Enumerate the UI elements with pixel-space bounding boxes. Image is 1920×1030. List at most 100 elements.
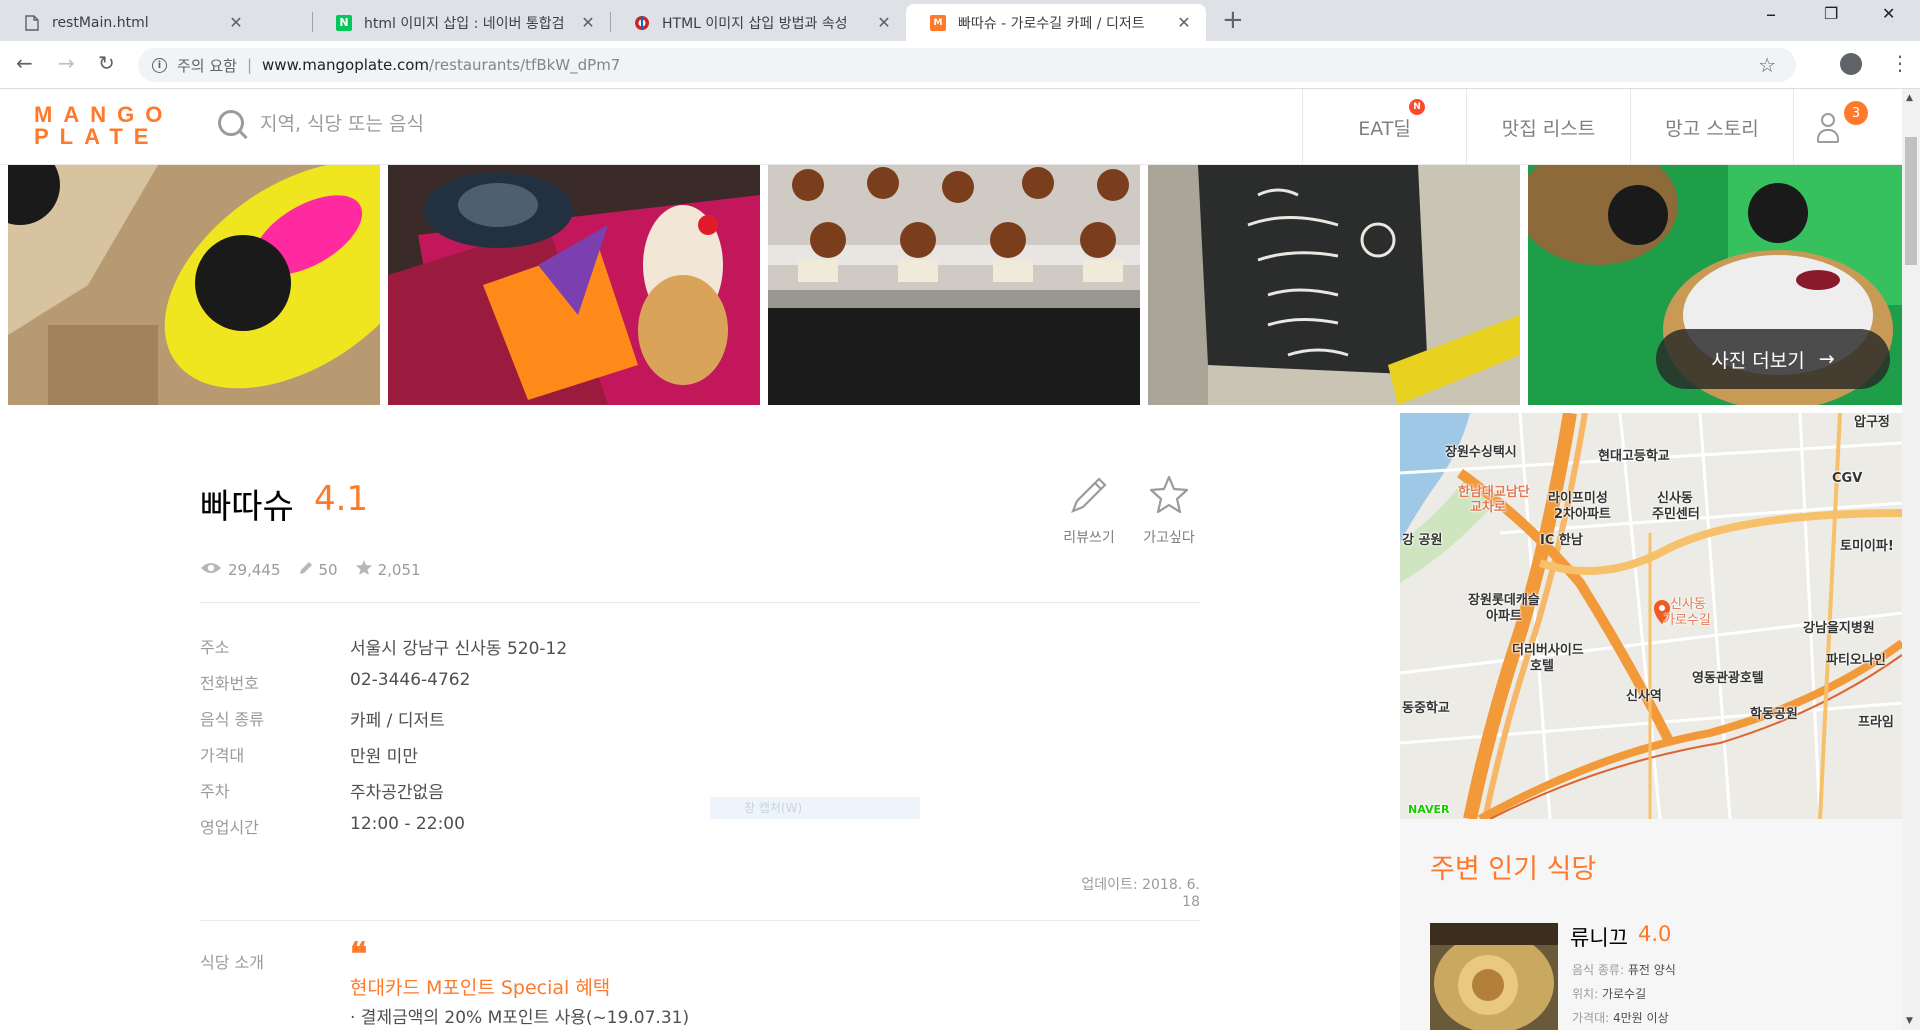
window-close-button[interactable]: ✕	[1882, 4, 1895, 23]
minimize-button[interactable]: –	[1766, 2, 1776, 26]
forward-button[interactable]: →	[58, 51, 75, 75]
url-path: /restaurants/tfBkW_dPm7	[429, 56, 621, 74]
photo-2[interactable]	[388, 165, 760, 405]
photo-3[interactable]	[768, 165, 1140, 405]
info-value: 02-3446-4762	[350, 670, 471, 690]
tab-restmain[interactable]: restMain.html ✕	[0, 4, 258, 41]
map-label: 2차아파트	[1554, 507, 1611, 522]
info-icon[interactable]: i	[152, 57, 167, 73]
nearby-popular-panel: 주변 인기 식당 류니끄 4.0 음식 종류: 퓨전 양식 위치: 가로수길 가…	[1400, 819, 1902, 1030]
naver-icon: N	[336, 14, 352, 31]
tab-naver[interactable]: N html 이미지 삽입 : 네이버 통합검 ✕	[312, 4, 610, 41]
page-viewport: MANGO PLATE 지역, 식당 또는 음식 EAT딜 N 맛집 리스트 망…	[0, 89, 1902, 1030]
scroll-down-icon[interactable]: ▼	[1906, 1016, 1913, 1026]
info-key: 음식 종류	[200, 710, 264, 729]
close-icon[interactable]: ✕	[1174, 13, 1194, 32]
more-menu-icon[interactable]: ⋮	[1890, 51, 1910, 75]
map-label: 현대고등학교	[1598, 449, 1670, 464]
intro-key: 식당 소개	[200, 953, 264, 972]
address-bar[interactable]: i 주의 요함 | www.mangoplate.com/restaurants…	[138, 48, 1796, 82]
restaurant-name: 빠따슈	[200, 487, 294, 527]
close-icon[interactable]: ✕	[578, 13, 598, 32]
divider	[200, 920, 1200, 921]
updated-date: 업데이트: 2018. 6. 18	[1081, 877, 1200, 910]
nav-label: EAT딜	[1358, 117, 1411, 140]
map-label: 학동공원	[1750, 707, 1798, 722]
restaurant-score: 4.1	[314, 479, 369, 519]
info-key: 가격대	[200, 746, 245, 765]
popular-restaurant-image[interactable]	[1430, 923, 1558, 1030]
intro-line: · 결제금액의 20% M포인트 사용(~19.07.31)	[350, 1008, 690, 1028]
map-label: 강남을지병원	[1803, 621, 1875, 636]
map-label: 프라임	[1858, 715, 1894, 730]
new-tab-button[interactable]: +	[1222, 5, 1244, 35]
popular-score: 4.0	[1638, 922, 1672, 946]
restaurant-stats: 29,445 50 2,051	[200, 560, 439, 579]
popular-price: 가격대: 4만원 이상	[1572, 1009, 1669, 1026]
page-scrollbar[interactable]: ▲ ▼	[1902, 89, 1920, 1030]
map-label: 영동관광호텔	[1692, 671, 1764, 686]
arrow-right-icon: →	[1818, 348, 1835, 370]
photo-1[interactable]	[8, 165, 380, 405]
new-badge: N	[1409, 99, 1425, 115]
views-count: 29,445	[228, 560, 281, 579]
popular-name[interactable]: 류니끄	[1570, 922, 1628, 952]
info-value: 카페 / 디저트	[350, 711, 445, 731]
map-label: IC 한남	[1540, 533, 1583, 548]
write-review-button[interactable]: 리뷰쓰기	[1054, 473, 1124, 547]
logo-line2: PLATE	[34, 124, 160, 149]
more-photos-button[interactable]: 사진 더보기 →	[1656, 329, 1890, 389]
map-label: 호텔	[1530, 659, 1554, 674]
search-placeholder: 지역, 식당 또는 음식	[260, 113, 424, 135]
nav-mango-story[interactable]: 망고 스토리	[1630, 89, 1794, 165]
tab-html-image[interactable]: HTML 이미지 삽입 방법과 속성 ✕	[610, 4, 906, 41]
close-icon[interactable]: ✕	[874, 13, 894, 32]
nav-eat-deal[interactable]: EAT딜 N	[1302, 89, 1466, 165]
map-label: 아파트	[1486, 609, 1522, 624]
map-label: 주민센터	[1652, 507, 1700, 522]
tab-title: HTML 이미지 삽입 방법과 속성	[662, 15, 848, 32]
info-value: 서울시 강남구 신사동 520-12	[350, 639, 568, 659]
back-button[interactable]: ←	[16, 51, 33, 75]
search-box[interactable]: 지역, 식당 또는 음식	[218, 109, 424, 136]
site-header: MANGO PLATE 지역, 식당 또는 음식 EAT딜 N 맛집 리스트 망…	[0, 89, 1902, 165]
mangoplate-logo[interactable]: MANGO PLATE	[34, 102, 162, 150]
reload-button[interactable]: ↻	[98, 51, 115, 75]
scroll-thumb[interactable]	[1905, 137, 1917, 265]
site-icon	[634, 15, 650, 31]
maximize-button[interactable]: ❐	[1824, 4, 1838, 23]
profile-icon[interactable]	[1840, 53, 1862, 75]
popular-location: 위치: 가로수길	[1572, 985, 1646, 1002]
star-small-icon	[355, 560, 372, 579]
wishes-stat: 2,051	[355, 560, 421, 579]
meta-key: 위치:	[1572, 987, 1599, 1001]
close-icon[interactable]: ✕	[226, 13, 246, 32]
map-label: 파티오나인	[1826, 653, 1886, 668]
want-to-go-button[interactable]: 가고싶다	[1134, 473, 1204, 547]
user-icon[interactable]	[1815, 109, 1841, 145]
capture-tooltip: 창 캡처(W)	[710, 797, 920, 819]
photo-4[interactable]	[1148, 165, 1520, 405]
info-key: 주차	[200, 782, 230, 801]
map-label: 신사역	[1626, 689, 1662, 704]
more-photos-label: 사진 더보기	[1711, 349, 1805, 372]
browser-toolbar: ← → ↻ i 주의 요함 | www.mangoplate.com/resta…	[0, 41, 1920, 89]
location-map[interactable]: 장원수싱택시 현대고등학교 한남대교남단 교차로 라이프미성 2차아파트 신사동…	[1400, 413, 1902, 819]
info-value: 만원 미만	[350, 747, 418, 767]
nav-matzip-list[interactable]: 맛집 리스트	[1466, 89, 1630, 165]
tab-mangoplate[interactable]: M 빠따슈 - 가로수길 카페 / 디저트 ✕	[906, 4, 1206, 41]
tab-title: restMain.html	[52, 14, 149, 31]
scroll-up-icon[interactable]: ▲	[1906, 93, 1913, 103]
action-label: 가고싶다	[1143, 530, 1195, 546]
tab-title: 빠따슈 - 가로수길 카페 / 디저트	[958, 15, 1145, 32]
url-host: www.mangoplate.com	[262, 56, 430, 74]
map-label: 동중학교	[1402, 701, 1450, 716]
map-label: 장원수싱택시	[1445, 445, 1517, 460]
map-label: 교차로	[1470, 500, 1506, 515]
views-stat: 29,445	[200, 561, 281, 579]
mangoplate-icon: M	[930, 14, 946, 31]
pencil-small-icon	[299, 561, 313, 579]
reviews-stat: 50	[299, 561, 338, 579]
bookmark-star-icon[interactable]: ☆	[1758, 53, 1776, 77]
info-key: 전화번호	[200, 674, 259, 693]
